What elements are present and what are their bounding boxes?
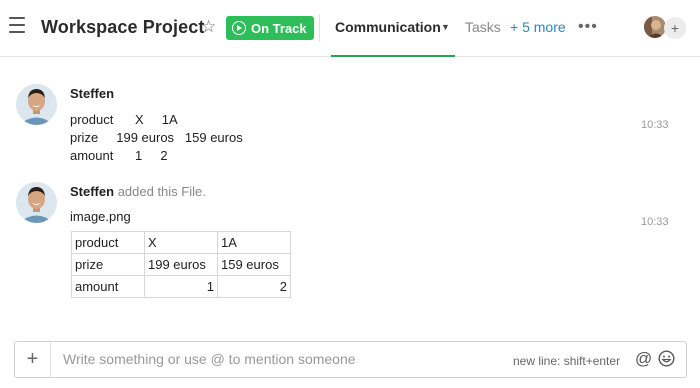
project-title: Workspace Project	[41, 17, 205, 37]
tab-tasks[interactable]: Tasks	[465, 19, 501, 35]
table-cell: X	[144, 231, 218, 254]
smiley-icon[interactable]	[658, 350, 675, 367]
message-input[interactable]: Write something or use @ to mention some…	[63, 351, 356, 367]
status-badge[interactable]: On Track	[226, 16, 314, 40]
play-circle-icon	[232, 21, 246, 35]
attach-button[interactable]: +	[15, 342, 51, 377]
more-dots-icon[interactable]: •••	[578, 18, 598, 36]
table-row: amount 1 2	[71, 275, 291, 298]
message-sender[interactable]: Steffen	[70, 86, 114, 101]
message-line: product X 1A	[70, 112, 178, 127]
tab-communication-label: Communication	[335, 19, 441, 35]
message-timestamp: 10:33	[641, 216, 669, 228]
message-sender-name[interactable]: Steffen	[70, 184, 114, 199]
header-divider	[319, 14, 320, 42]
table-cell: 2	[217, 275, 291, 298]
app-header: Workspace Project ☆ On Track Communicati…	[0, 0, 700, 57]
table-cell: 159 euros	[217, 253, 291, 276]
mention-button[interactable]: @	[635, 349, 652, 369]
avatar[interactable]	[16, 84, 57, 125]
avatar[interactable]	[16, 182, 57, 223]
table-cell: prize	[71, 253, 145, 276]
file-name[interactable]: image.png	[70, 209, 131, 224]
tab-communication[interactable]: Communication ▼	[331, 0, 455, 57]
file-preview-table[interactable]: product X 1A prize 199 euros 159 euros a…	[71, 231, 291, 298]
member-avatar[interactable]	[644, 16, 666, 38]
table-cell: amount	[71, 275, 145, 298]
status-label: On Track	[251, 20, 307, 36]
table-row: prize 199 euros 159 euros	[71, 253, 291, 276]
tab-more[interactable]: + 5 more	[510, 19, 566, 35]
message-sender[interactable]: Steffen added this File.	[70, 184, 206, 199]
message-composer[interactable]: + Write something or use @ to mention so…	[14, 341, 687, 378]
hamburger-icon[interactable]	[9, 17, 25, 33]
message-line: amount 1 2	[70, 148, 168, 163]
message-line: prize 199 euros 159 euros	[70, 130, 243, 145]
message-timestamp: 10:33	[641, 119, 669, 131]
add-member-button[interactable]: +	[664, 17, 686, 39]
table-cell: 199 euros	[144, 253, 218, 276]
table-cell: 1A	[217, 231, 291, 254]
chevron-down-icon: ▼	[441, 22, 450, 32]
table-row: product X 1A	[71, 231, 291, 254]
table-cell: product	[71, 231, 145, 254]
newline-hint: new line: shift+enter	[513, 354, 621, 368]
star-icon[interactable]: ☆	[201, 17, 216, 37]
table-cell: 1	[144, 275, 218, 298]
message-action: added this File.	[117, 184, 206, 199]
